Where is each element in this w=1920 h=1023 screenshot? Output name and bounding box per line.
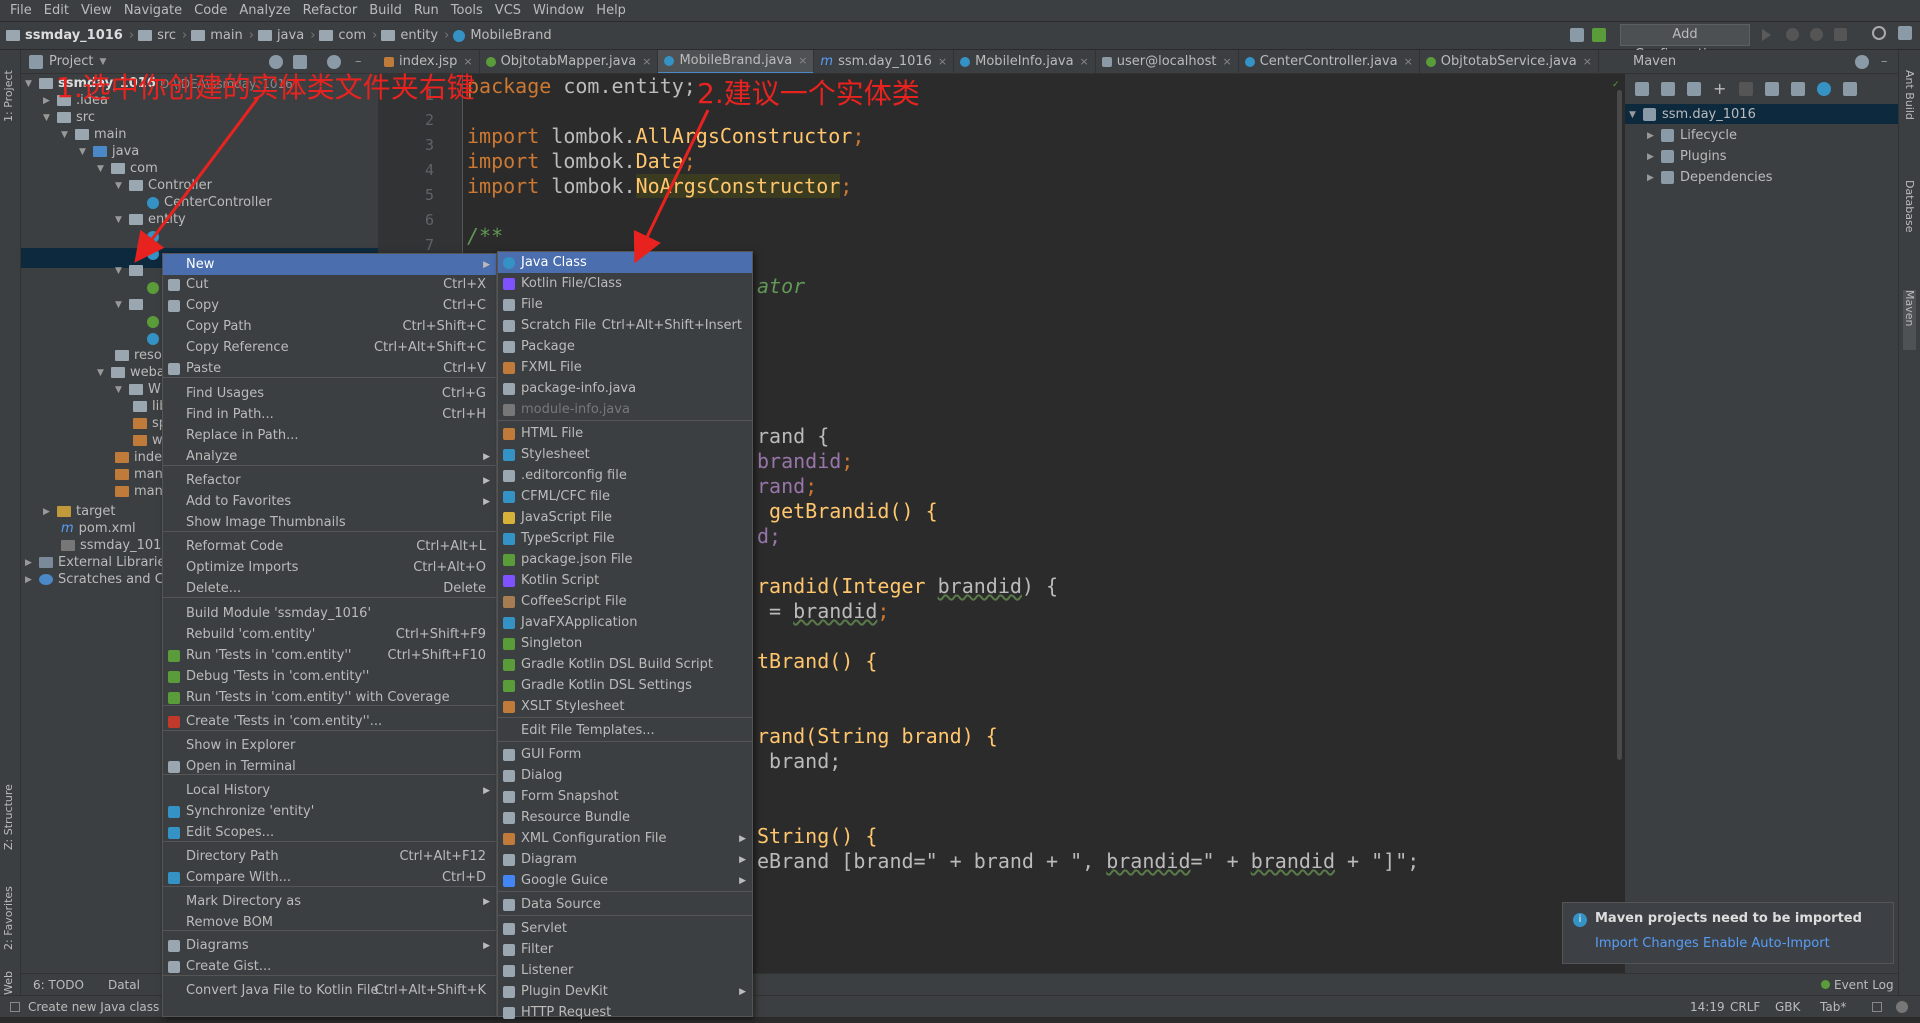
arrow-to-entity: [134, 97, 260, 263]
annotation-arrows: [134, 97, 710, 264]
arrow-to-java-class: [633, 109, 710, 264]
